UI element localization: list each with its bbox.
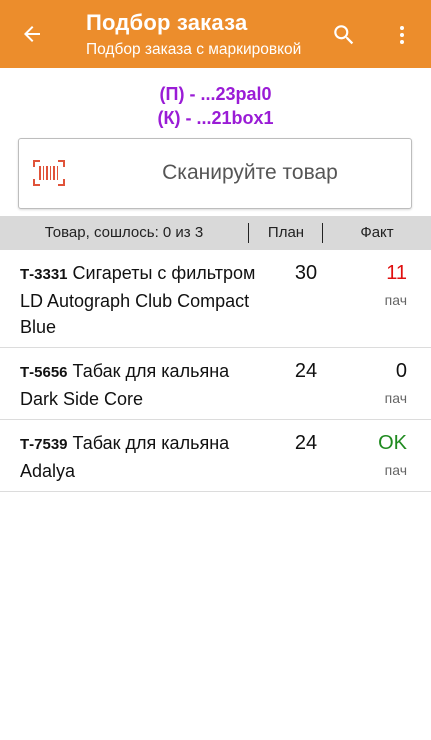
product-name-cell: Т-5656 Табак для кальяна Dark Side Core bbox=[20, 358, 270, 412]
product-code: Т-5656 bbox=[20, 364, 68, 381]
plan-value: 30 bbox=[294, 262, 318, 284]
product-code: Т-3331 bbox=[20, 266, 68, 283]
table-header: Товар, сошлось: 0 из 3 План Факт bbox=[0, 216, 431, 250]
header-plan: План bbox=[267, 224, 305, 241]
barcode-scan-icon bbox=[33, 160, 65, 186]
search-button[interactable] bbox=[326, 17, 362, 53]
app-bar: Подбор заказа Подбор заказа с маркировко… bbox=[0, 0, 431, 68]
pallet-code: (П) - ...23pal0 bbox=[159, 84, 272, 104]
plan-value: 24 bbox=[294, 432, 318, 454]
more-vert-icon bbox=[400, 26, 404, 44]
header-fact: Факт bbox=[360, 224, 394, 241]
page-title: Подбор заказа bbox=[86, 10, 248, 35]
page-subtitle: Подбор заказа с маркировкой bbox=[86, 41, 302, 58]
fact-value: OK bbox=[378, 432, 407, 454]
box-code: (К) - ...21box1 bbox=[157, 108, 274, 128]
scanned-codes: (П) - ...23pal0 (К) - ...21box1 bbox=[0, 82, 431, 130]
table-row[interactable]: Т-3331 Сигареты с фильтром LD Autograph … bbox=[0, 250, 431, 348]
table-row[interactable]: Т-7539 Табак для кальяна Adalya 24 OK па… bbox=[0, 420, 431, 492]
arrow-back-icon bbox=[24, 26, 40, 42]
plan-value: 24 bbox=[294, 360, 318, 382]
unit-label: пач bbox=[384, 292, 407, 308]
scan-prompt: Сканируйте товар bbox=[162, 161, 338, 184]
unit-label: пач bbox=[384, 462, 407, 478]
fact-value: 0 bbox=[395, 360, 407, 382]
back-button[interactable] bbox=[14, 16, 50, 52]
scan-product-button[interactable]: Сканируйте товар bbox=[18, 138, 412, 209]
table-row[interactable]: Т-5656 Табак для кальяна Dark Side Core … bbox=[0, 348, 431, 420]
product-name-cell: Т-3331 Сигареты с фильтром LD Autograph … bbox=[20, 260, 270, 340]
unit-label: пач bbox=[384, 390, 407, 406]
search-icon bbox=[334, 25, 354, 45]
more-menu-button[interactable] bbox=[384, 17, 420, 53]
fact-value: 11 bbox=[386, 262, 407, 284]
header-divider bbox=[248, 223, 249, 243]
header-product: Товар, сошлось: 0 из 3 bbox=[44, 224, 204, 241]
product-code: Т-7539 bbox=[20, 436, 68, 453]
product-name-cell: Т-7539 Табак для кальяна Adalya bbox=[20, 430, 270, 484]
